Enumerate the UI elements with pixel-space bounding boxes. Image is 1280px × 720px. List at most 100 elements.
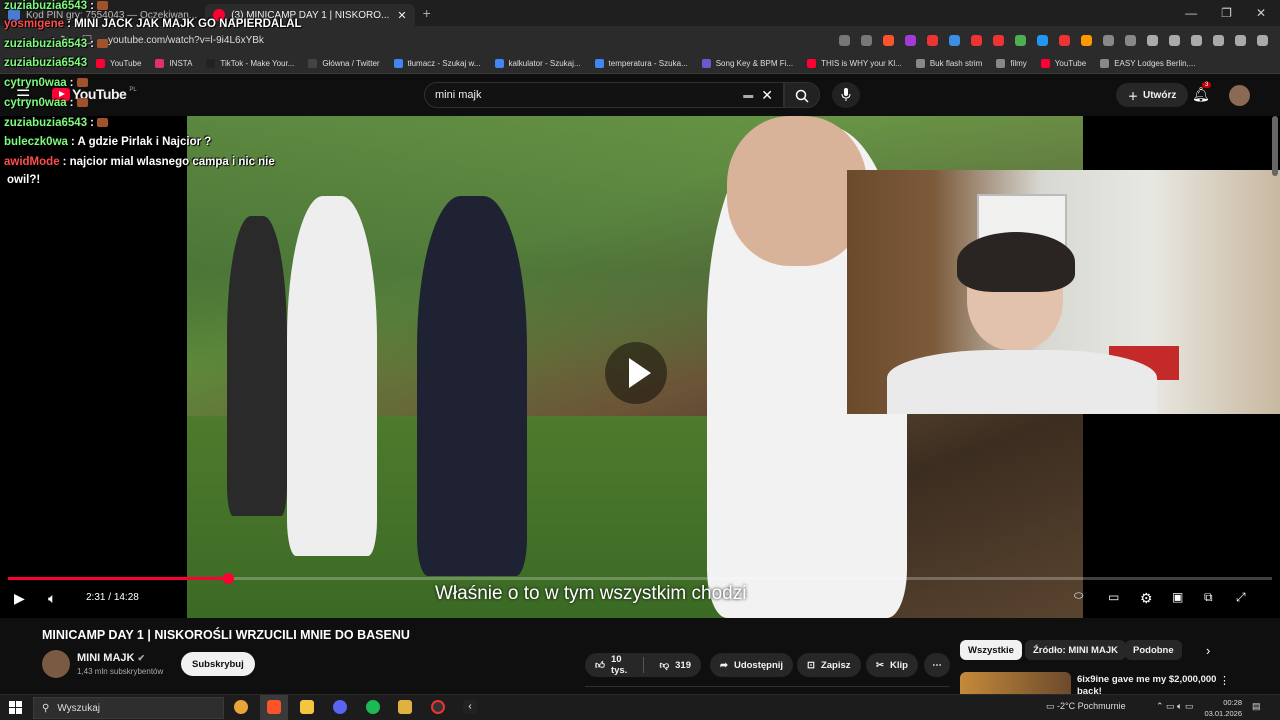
bookmark-favicon-icon [915, 59, 925, 68]
miniplayer-icon[interactable]: ▣ [1172, 590, 1183, 604]
extension-icon[interactable] [1081, 34, 1092, 46]
share-icon[interactable] [861, 34, 872, 46]
extension-icon[interactable] [1037, 34, 1048, 46]
bookmark-item[interactable]: tłumacz - Szukaj w... [393, 59, 481, 68]
bookmark-item[interactable]: THIS is WHY your Kl... [807, 59, 902, 68]
bookmark-item[interactable]: EASY Lodges Berlin,... [1100, 59, 1195, 68]
like-button[interactable]: 👍︎ 10 tys. [585, 653, 637, 677]
brave-rewards-icon[interactable] [905, 34, 916, 46]
app-icon[interactable] [234, 700, 248, 714]
extension-icon[interactable] [1125, 34, 1136, 46]
media-icon[interactable] [1147, 34, 1158, 46]
spotify-icon[interactable] [366, 700, 380, 714]
bookmark-item[interactable]: Song Key & BPM Fi... [701, 59, 793, 68]
chat-text: owil?! [7, 174, 41, 186]
autoplay-toggle[interactable]: ⬭ [1074, 590, 1083, 603]
extension-icon[interactable] [949, 34, 960, 46]
progress-bar[interactable] [8, 573, 1272, 584]
subscribe-button[interactable]: Subskrybuj [181, 652, 255, 676]
volume-icon[interactable]: 🔈︎ [48, 590, 56, 607]
extension-icon[interactable] [993, 34, 1004, 46]
recommendation-menu-icon[interactable]: ⋮ [1219, 674, 1230, 687]
brave-shield-icon[interactable] [883, 34, 894, 46]
dislike-button[interactable]: 👎︎ 319 [649, 653, 701, 677]
close-tab-icon[interactable]: ✕ [397, 9, 406, 22]
wallet-icon[interactable] [1191, 34, 1202, 46]
share-button[interactable]: ➦ Udostępnij [710, 653, 794, 677]
chat-username: buleczk0wa [4, 136, 68, 148]
extension-icon[interactable] [1059, 34, 1070, 46]
more-actions-button[interactable]: ⋯ [924, 653, 950, 677]
clip-button[interactable]: ✂ Klip [866, 653, 918, 677]
recommendation-thumbnail[interactable] [960, 672, 1071, 694]
windows-start-icon[interactable] [9, 701, 22, 714]
cast-icon[interactable] [839, 34, 850, 46]
leo-icon[interactable] [1213, 34, 1224, 46]
chip-related[interactable]: Podobne [1125, 640, 1182, 660]
search-button[interactable] [784, 82, 820, 108]
close-window-icon[interactable]: ✕ [1256, 6, 1266, 20]
windows-taskbar: ⚲ Wyszukaj ‹ ▭ -2°C Pochmurnie ⌃ ▭ 🔈︎ ▭ … [0, 694, 1280, 720]
file-explorer-icon[interactable] [300, 700, 314, 714]
bookmark-item[interactable]: kalkulator - Szukaj... [494, 59, 581, 68]
chip-source[interactable]: Źródło: MINI MAJK [1025, 640, 1126, 660]
cast-icon[interactable]: ⧉ [1204, 590, 1213, 605]
save-button[interactable]: ⊡ Zapisz [797, 653, 861, 677]
bookmark-item[interactable]: Główna / Twitter [308, 59, 380, 68]
app-icon[interactable] [398, 700, 412, 714]
progress-scrubber[interactable] [222, 573, 234, 584]
play-icon[interactable]: ▶ [14, 590, 25, 607]
search-value: mini majk [435, 89, 482, 101]
new-tab-button[interactable]: + [423, 5, 431, 21]
discord-icon[interactable] [333, 700, 347, 714]
minimize-icon[interactable]: — [1185, 6, 1197, 20]
settings-gear-icon[interactable]: ⚙ [1140, 590, 1153, 607]
chevron-right-icon[interactable]: › [1206, 643, 1210, 658]
account-avatar[interactable] [1229, 85, 1250, 106]
clear-search-icon[interactable]: ✕ [761, 87, 773, 104]
vpn-icon[interactable] [1235, 34, 1246, 46]
bookmark-item[interactable]: YouTube [96, 59, 141, 68]
search-input[interactable]: mini majk ▬ ✕ [424, 82, 784, 108]
fullscreen-icon[interactable]: ⤢ [1236, 590, 1246, 605]
notification-center-icon[interactable]: ▤ [1252, 701, 1261, 712]
create-button[interactable]: ＋ Utwórz [1116, 83, 1189, 107]
brave-browser-icon[interactable] [267, 700, 281, 714]
extension-icon[interactable] [1015, 34, 1026, 46]
page-scrollbar[interactable] [1272, 116, 1278, 176]
voice-search-button[interactable] [832, 82, 860, 108]
subtitles-icon[interactable]: ▭ [1108, 590, 1119, 604]
chip-all[interactable]: Wszystkie [960, 640, 1022, 660]
channel-avatar[interactable] [42, 650, 70, 678]
obs-icon[interactable] [431, 700, 445, 714]
url-field[interactable]: youtube.com/watch?v=l-9i4L6xYBk [108, 35, 264, 46]
weather-widget[interactable]: ▭ -2°C Pochmurnie [1046, 701, 1126, 712]
bookmark-item[interactable]: Buk flash strim [915, 59, 982, 68]
bookmark-item[interactable]: temperatura - Szuka... [594, 59, 688, 68]
sidebar-icon[interactable] [1169, 34, 1180, 46]
weather-icon: ▭ [1046, 701, 1058, 711]
menu-icon[interactable] [1257, 34, 1268, 46]
channel-name[interactable]: MINI MAJK ✔ [77, 652, 145, 664]
maximize-icon[interactable]: ❐ [1221, 6, 1232, 20]
big-play-button[interactable] [605, 342, 667, 404]
extension-icon[interactable] [971, 34, 982, 46]
bookmark-item[interactable]: YouTube [1040, 59, 1086, 68]
extension-icon[interactable] [927, 34, 938, 46]
notifications-button[interactable]: 🔔︎ 3 [1192, 82, 1212, 103]
bookmark-item[interactable]: TikTok - Make Your... [206, 59, 294, 68]
taskbar-clock[interactable]: 00:28 03.01.2026 [1204, 697, 1242, 719]
window-controls: — ❐ ✕ [1185, 6, 1280, 20]
bookmark-item[interactable]: INSTA [155, 59, 192, 68]
bookmark-item[interactable]: filmy [996, 59, 1027, 68]
dislike-count: 319 [675, 659, 691, 671]
bookmark-favicon-icon [1040, 59, 1050, 68]
taskbar-search[interactable]: ⚲ Wyszukaj [33, 697, 224, 719]
keyboard-icon[interactable]: ▬ [743, 90, 753, 101]
thumbs-up-icon: 👍︎ [595, 660, 605, 671]
app-icon[interactable]: ‹ [463, 700, 477, 714]
recommendation-title[interactable]: 6ix9ine gave me my $2,000,000 back! [1077, 674, 1217, 696]
extensions-icon[interactable] [1103, 34, 1114, 46]
taskbar-search-placeholder: Wyszukaj [57, 702, 101, 714]
tray-icons[interactable]: ⌃ ▭ 🔈︎ ▭ [1156, 701, 1193, 712]
